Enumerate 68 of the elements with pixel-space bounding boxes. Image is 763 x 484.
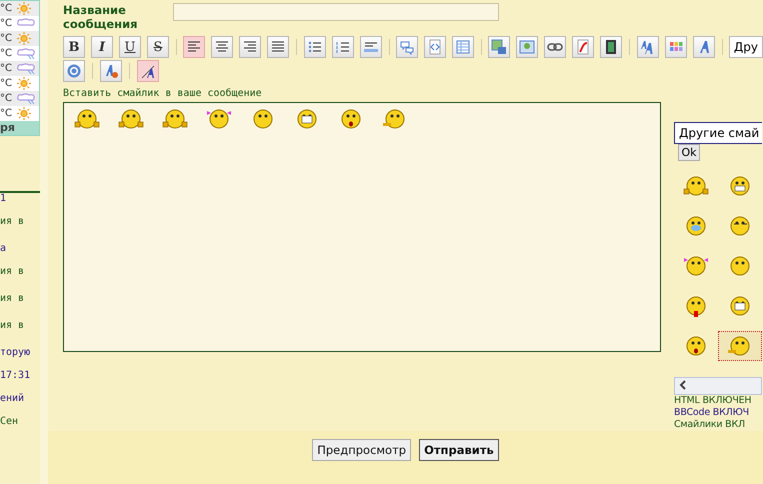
toolbar-button[interactable] <box>544 36 566 58</box>
subject-input[interactable] <box>173 3 499 21</box>
temperature: °C <box>0 48 12 59</box>
strike-button[interactable]: S <box>147 36 169 58</box>
sun-icon <box>16 32 32 45</box>
rain-cloud-icon <box>16 92 36 104</box>
help-icon <box>66 63 82 79</box>
subject-label: Название сообщения <box>63 3 139 31</box>
smiley-icon[interactable] <box>206 107 232 131</box>
temperature: °C <box>0 3 12 14</box>
toolbar-button[interactable] <box>360 36 382 58</box>
status-text: Смайлики ВКЛ <box>674 419 746 431</box>
temperature: °C <box>0 18 12 29</box>
smiley-icon[interactable] <box>683 174 709 198</box>
preview-button[interactable]: Предпросмотр <box>312 439 412 461</box>
sidebar-link[interactable]: торую <box>0 347 40 370</box>
table-icon <box>454 39 471 55</box>
submit-button[interactable]: Отправить <box>419 439 499 461</box>
image-icon <box>519 39 536 55</box>
italic-button[interactable]: I <box>91 36 113 58</box>
toolbar-button[interactable] <box>137 60 159 82</box>
sidebar-link[interactable]: ений <box>0 393 40 416</box>
bulleted-list-icon <box>306 39 323 55</box>
smiley-icon[interactable] <box>683 254 709 278</box>
temperature: °C <box>0 33 12 44</box>
ok-button[interactable]: Ok <box>678 144 700 161</box>
image-save-icon <box>491 39 508 55</box>
weather-footer: ря <box>0 121 39 135</box>
toolbar-button[interactable] <box>332 36 354 58</box>
sidebar-link[interactable]: а <box>0 243 40 266</box>
toolbar-button[interactable] <box>267 36 290 58</box>
temperature: °C <box>0 93 12 104</box>
toolbar-button[interactable] <box>304 36 326 58</box>
toolbar-button[interactable] <box>183 36 206 58</box>
smiley-icon[interactable] <box>74 107 100 131</box>
rain-cloud-icon <box>16 62 36 74</box>
sidebar-link[interactable]: 1 <box>0 193 40 216</box>
sidebar-text: ия в <box>0 320 26 333</box>
sidebar-text: ия в <box>0 216 26 229</box>
smiley-set-select[interactable]: Другие смай <box>674 122 762 144</box>
smiley-icon[interactable] <box>118 107 144 131</box>
flash-icon <box>575 39 592 55</box>
status-text: HTML ВКЛЮЧЕН <box>674 395 752 407</box>
sun-icon <box>16 77 32 90</box>
font-dropdown[interactable]: Дру <box>728 36 763 58</box>
numbered-list-icon <box>334 39 351 55</box>
temperature: °C <box>0 108 12 119</box>
sidebar-link[interactable]: 17:31 <box>0 370 40 393</box>
sidebar-text: ия в <box>0 293 26 306</box>
smiley-icon[interactable] <box>162 107 188 131</box>
toolbar-button[interactable] <box>600 36 622 58</box>
temperature: °C <box>0 63 12 74</box>
status-link[interactable]: BBCode ВКЛЮЧ <box>674 407 762 419</box>
bold-button[interactable]: B <box>63 36 85 58</box>
temperature: °C <box>0 78 12 89</box>
underline-button[interactable]: U <box>119 36 141 58</box>
smiley-caption: Вставить смайлик в ваше сообщение <box>63 88 263 99</box>
sun-icon <box>16 2 32 15</box>
code-icon <box>426 39 443 55</box>
sidebar-text: Сен <box>0 416 20 429</box>
sun-icon <box>16 107 32 120</box>
toolbar-button[interactable] <box>211 36 234 58</box>
text-size-icon <box>140 63 156 79</box>
sidebar-text: ия в <box>0 266 26 279</box>
remove-format-icon <box>103 63 119 79</box>
horizontal-scrollbar[interactable] <box>674 377 762 395</box>
toolbar-button[interactable] <box>239 36 262 58</box>
speech-bubbles-icon <box>398 39 415 55</box>
